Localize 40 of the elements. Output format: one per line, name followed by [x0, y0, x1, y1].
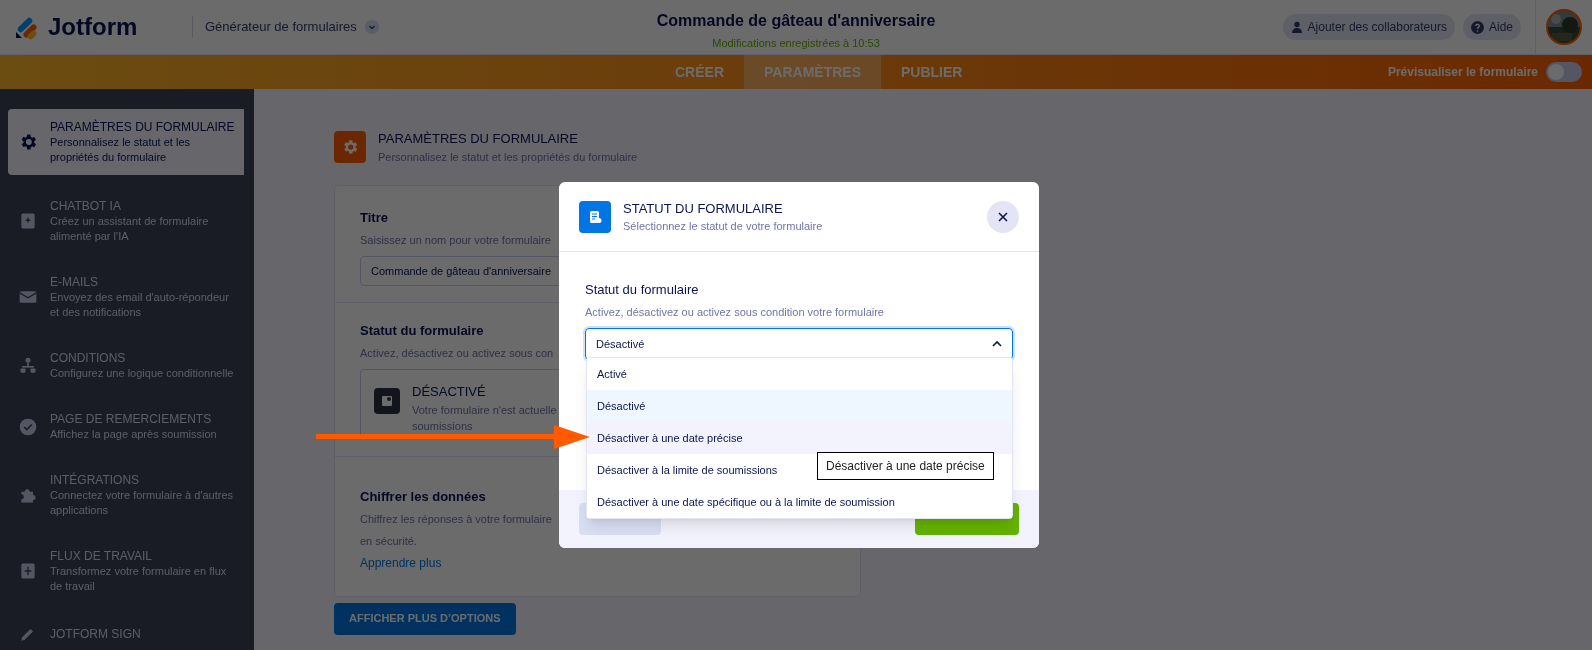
status-description: Votre formulaire n'est actuelle [412, 402, 557, 418]
dropdown-option[interactable]: Désactiver à une date spécifique ou à la limite de soumission [587, 486, 1012, 518]
field-label: Statut du formulaire [360, 322, 484, 340]
sidebar-item-title: CONDITIONS [50, 350, 127, 366]
dropdown-option[interactable]: Désactiver à une date précise [587, 422, 1012, 454]
show-more-options-button[interactable]: AFFICHER PLUS D’OPTIONS [334, 602, 516, 635]
dropdown-option[interactable]: Désactivé [587, 390, 1012, 422]
dropdown-option[interactable]: Activé [587, 358, 1012, 390]
sidebar-item[interactable]: PARAMÈTRES DU FORMULAIRE Personnalisez le statut et les propriétés du formulaire [8, 109, 244, 175]
sidebar-item-title: E-MAILS [50, 274, 99, 290]
dialog-subtitle: Sélectionnez le statut de votre formulaire [623, 219, 823, 234]
form-title[interactable]: Commande de gâteau d'anniversaire [656, 9, 936, 33]
save-status: Modifications enregistrées à 10:53 [712, 36, 880, 51]
sidebar-item-title: CHATBOT IA [50, 198, 122, 214]
sidebar-item-title: PAGE DE REMERCIEMENTS [50, 411, 213, 427]
learn-more-link[interactable]: Apprendre plus [360, 555, 442, 570]
tooltip: Désactiver à une date précise [817, 452, 994, 480]
field-label: Chiffrer les données [360, 488, 486, 506]
sidebar-item-description: Configurez une logique conditionnelle [50, 366, 234, 381]
sidebar-item[interactable]: CONDITIONS Configurez une logique conditionnelle [8, 335, 244, 396]
field-hint: en sécurité. [360, 534, 418, 549]
field-hint: Chiffrez les réponses à votre formulaire [360, 511, 552, 527]
sidebar-item[interactable]: JOTFORM SIGN [8, 609, 244, 650]
nav-tab[interactable]: PUBLIER [881, 55, 983, 89]
sidebar-item-description: Personnalisez le statut et les propriétés du formulaire [50, 135, 192, 165]
field-hint: Activez, désactivez ou activez sous condition votre formulaire [585, 304, 885, 320]
preview-label: Prévisualiser le formulaire [1387, 64, 1538, 81]
dialog-title: STATUT DU FORMULAIRE [623, 199, 784, 218]
sidebar-item-title: INTÉGRATIONS [50, 472, 141, 488]
sidebar-item-title: FLUX DE TRAVAIL [50, 548, 154, 564]
app-menu-button[interactable]: Générateur de formulaires [205, 17, 379, 37]
sidebar-item-title: JOTFORM SIGN [50, 626, 141, 642]
status-description: soumissions [412, 419, 474, 434]
help-button[interactable]: Aide [1462, 14, 1521, 40]
field-label: Titre [360, 209, 388, 227]
status-title: DÉSACTIVÉ [412, 383, 487, 401]
sidebar-item-title: PARAMÈTRES DU FORMULAIRE [50, 119, 236, 135]
brand-name[interactable]: Jotform [48, 9, 138, 45]
add-collaborators-button[interactable]: Ajouter des collaborateurs [1282, 14, 1455, 40]
section-title: PARAMÈTRES DU FORMULAIRE [378, 130, 579, 148]
